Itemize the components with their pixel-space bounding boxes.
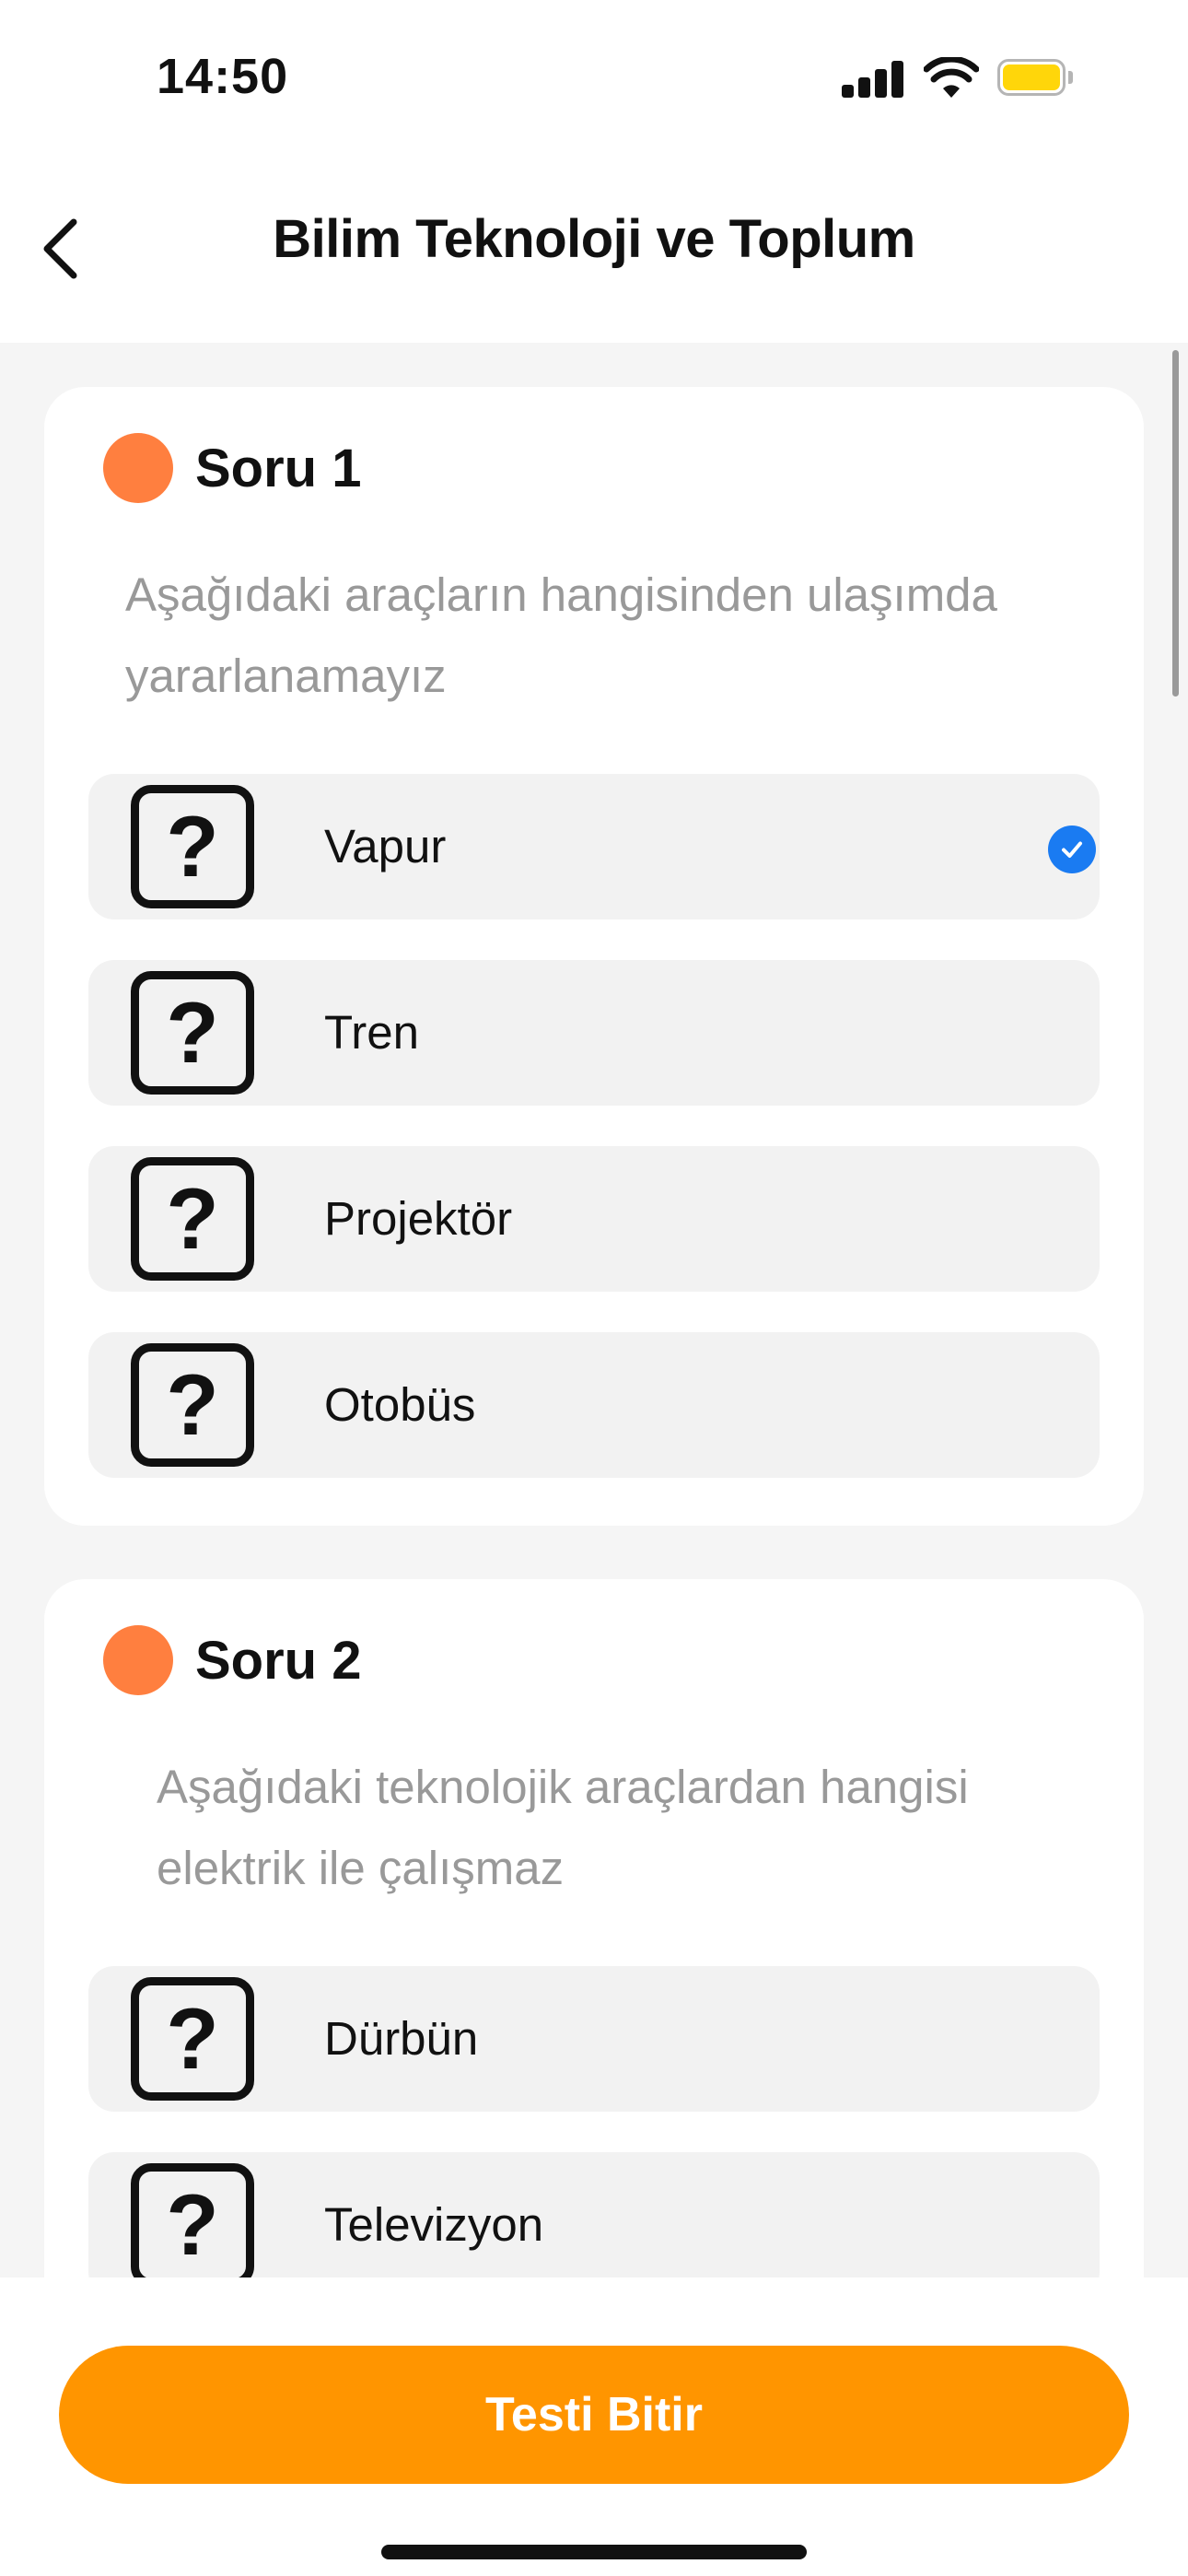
question-card: Soru 2 Aşağıdaki teknolojik araçlardan h… xyxy=(44,1579,1144,2277)
question-mark-icon: ? xyxy=(131,971,254,1095)
question-title: Soru 1 xyxy=(195,438,362,498)
status-bar: 14:50 xyxy=(0,0,1188,157)
question-title: Soru 2 xyxy=(195,1630,362,1691)
scrollbar[interactable] xyxy=(1172,350,1179,697)
bottom-action-area: Testi Bitir xyxy=(0,2277,1188,2576)
question-mark-icon: ? xyxy=(131,785,254,908)
finish-test-button[interactable]: Testi Bitir xyxy=(59,2346,1129,2484)
answer-option[interactable]: ? Dürbün xyxy=(88,1966,1100,2112)
battery-icon xyxy=(997,59,1073,98)
answer-option-label: Dürbün xyxy=(324,2012,479,2065)
question-mark-icon: ? xyxy=(131,1977,254,2101)
answer-options: ? Dürbün ? Televizyon xyxy=(88,1966,1100,2277)
answer-option[interactable]: ? Projektör xyxy=(88,1146,1100,1292)
question-mark-icon: ? xyxy=(131,2163,254,2277)
answer-option[interactable]: ? Tren xyxy=(88,960,1100,1106)
home-indicator[interactable] xyxy=(381,2545,807,2559)
question-mark-icon: ? xyxy=(131,1343,254,1467)
answer-option-label: Televizyon xyxy=(324,2198,544,2251)
navigation-bar: Bilim Teknoloji ve Toplum xyxy=(0,157,1188,341)
question-text: Aşağıdaki araçların hangisinden ulaşımda… xyxy=(125,568,997,702)
question-status-dot xyxy=(103,1625,173,1695)
answer-option-label: Vapur xyxy=(324,820,447,872)
question-header: Soru 1 xyxy=(103,431,362,505)
questions-scroll-area[interactable]: Soru 1 Aşağıdaki araçların hangisinden u… xyxy=(0,343,1188,2277)
battery-level xyxy=(1003,64,1060,90)
question-header: Soru 2 xyxy=(103,1623,362,1697)
answer-option[interactable]: ? Televizyon xyxy=(88,2152,1100,2277)
page-title: Bilim Teknoloji ve Toplum xyxy=(273,209,915,269)
answer-option[interactable]: ? Otobüs xyxy=(88,1332,1100,1478)
answer-option-label: Tren xyxy=(324,1006,419,1059)
wifi-icon xyxy=(924,57,979,98)
answer-option-label: Otobüs xyxy=(324,1378,476,1431)
answer-option-label: Projektör xyxy=(324,1192,513,1245)
cellular-signal-icon xyxy=(842,61,904,98)
question-status-dot xyxy=(103,433,173,503)
question-card: Soru 1 Aşağıdaki araçların hangisinden u… xyxy=(44,387,1144,1526)
answer-options: ? Vapur ? Tren ? Projektör ? Otobüs xyxy=(88,774,1100,1518)
question-mark-icon: ? xyxy=(131,1157,254,1281)
question-text: Aşağıdaki teknolojik araçlardan hangisi … xyxy=(157,1761,969,1894)
checkmark-circle-icon xyxy=(1048,825,1096,873)
answer-option[interactable]: ? Vapur xyxy=(88,774,1100,919)
status-time: 14:50 xyxy=(157,49,289,104)
